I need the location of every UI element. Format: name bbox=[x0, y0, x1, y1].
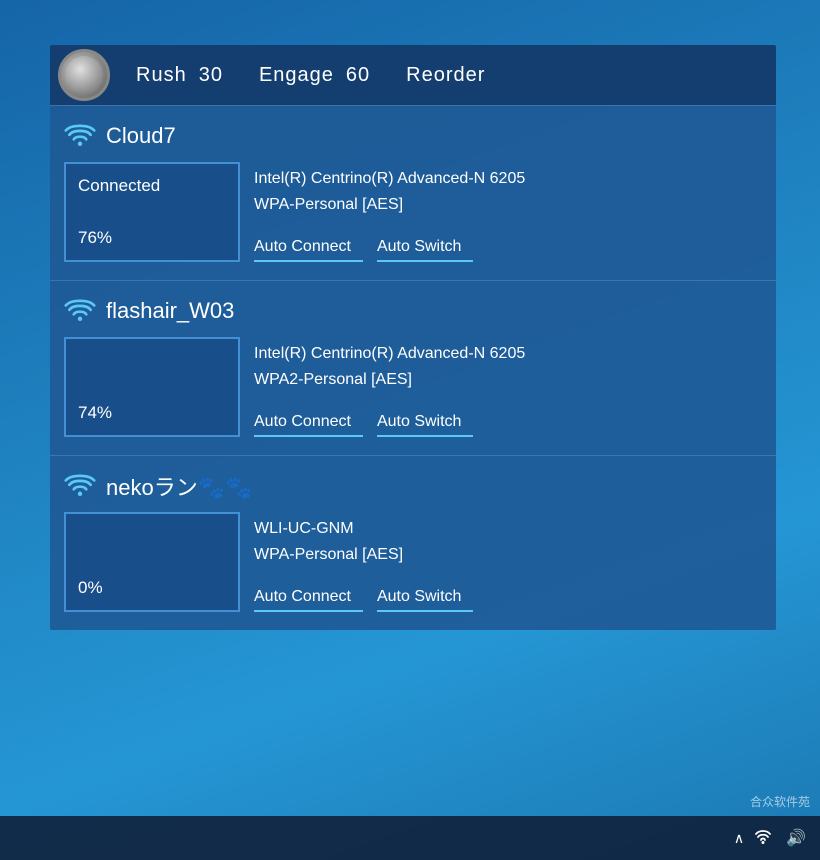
auto-switch-neko[interactable]: Auto Switch bbox=[377, 584, 473, 612]
header-bar: Rush 30 Engage 60 Reorder bbox=[50, 45, 776, 105]
auto-connect-cloud7[interactable]: Auto Connect bbox=[254, 234, 363, 262]
network-details-flashair: Intel(R) Centrino(R) Advanced-N 6205 WPA… bbox=[254, 337, 762, 392]
network-body-cloud7: Connected 76% Intel(R) Centrino(R) Advan… bbox=[50, 162, 776, 280]
network-section-neko: nekoラン🐾🐾 0% WLI-UC-GNM WPA-Personal [AES… bbox=[50, 455, 776, 630]
security-flashair: WPA2-Personal [AES] bbox=[254, 367, 762, 393]
network-actions-cloud7: Auto Connect Auto Switch bbox=[254, 234, 762, 262]
network-header-neko: nekoラン🐾🐾 bbox=[50, 456, 776, 512]
reorder-button[interactable]: Reorder bbox=[388, 56, 503, 95]
security-cloud7: WPA-Personal [AES] bbox=[254, 192, 762, 218]
engage-value: 60 bbox=[346, 64, 370, 87]
wifi-icon-flashair bbox=[64, 295, 96, 327]
security-neko: WPA-Personal [AES] bbox=[254, 542, 762, 568]
chevron-up-icon[interactable]: ∧ bbox=[734, 830, 744, 847]
network-info-cloud7: Intel(R) Centrino(R) Advanced-N 6205 WPA… bbox=[254, 162, 762, 262]
rush-button[interactable]: Rush 30 bbox=[118, 56, 241, 95]
rush-label: Rush bbox=[136, 64, 187, 87]
status-cloud7: Connected bbox=[78, 176, 226, 196]
rush-value: 30 bbox=[199, 64, 223, 87]
adapter-cloud7: Intel(R) Centrino(R) Advanced-N 6205 bbox=[254, 166, 762, 192]
network-info-flashair: Intel(R) Centrino(R) Advanced-N 6205 WPA… bbox=[254, 337, 762, 437]
network-name-cloud7: Cloud7 bbox=[106, 123, 176, 149]
network-section-cloud7: Cloud7 Connected 76% Intel(R) Centrino(R… bbox=[50, 105, 776, 280]
network-body-flashair: 74% Intel(R) Centrino(R) Advanced-N 6205… bbox=[50, 337, 776, 455]
taskbar: ∧ 🔊 bbox=[0, 816, 820, 860]
engage-button[interactable]: Engage 60 bbox=[241, 56, 388, 95]
auto-connect-neko[interactable]: Auto Connect bbox=[254, 584, 363, 612]
signal-box-cloud7: Connected 76% bbox=[64, 162, 240, 262]
wifi-icon-cloud7 bbox=[64, 120, 96, 152]
volume-icon[interactable]: 🔊 bbox=[782, 826, 810, 850]
auto-switch-flashair[interactable]: Auto Switch bbox=[377, 409, 473, 437]
app-logo bbox=[58, 49, 110, 101]
network-info-neko: WLI-UC-GNM WPA-Personal [AES] Auto Conne… bbox=[254, 512, 762, 612]
adapter-neko: WLI-UC-GNM bbox=[254, 516, 762, 542]
engage-label: Engage bbox=[259, 64, 334, 87]
network-name-neko: nekoラン🐾🐾 bbox=[106, 470, 253, 502]
network-tray-icon[interactable] bbox=[750, 825, 776, 852]
reorder-label: Reorder bbox=[406, 64, 485, 87]
signal-cloud7: 76% bbox=[78, 228, 226, 248]
network-actions-flashair: Auto Connect Auto Switch bbox=[254, 409, 762, 437]
signal-flashair: 74% bbox=[78, 403, 226, 423]
signal-box-neko: 0% bbox=[64, 512, 240, 612]
network-name-flashair: flashair_W03 bbox=[106, 298, 234, 324]
network-actions-neko: Auto Connect Auto Switch bbox=[254, 584, 762, 612]
network-header-cloud7: Cloud7 bbox=[50, 106, 776, 162]
auto-connect-flashair[interactable]: Auto Connect bbox=[254, 409, 363, 437]
auto-switch-cloud7[interactable]: Auto Switch bbox=[377, 234, 473, 262]
wifi-icon-neko bbox=[64, 470, 96, 502]
main-panel: Rush 30 Engage 60 Reorder Cloud7 bbox=[50, 45, 776, 630]
network-body-neko: 0% WLI-UC-GNM WPA-Personal [AES] Auto Co… bbox=[50, 512, 776, 630]
adapter-flashair: Intel(R) Centrino(R) Advanced-N 6205 bbox=[254, 341, 762, 367]
network-details-neko: WLI-UC-GNM WPA-Personal [AES] bbox=[254, 512, 762, 567]
signal-box-flashair: 74% bbox=[64, 337, 240, 437]
signal-neko: 0% bbox=[78, 578, 226, 598]
network-header-flashair: flashair_W03 bbox=[50, 281, 776, 337]
network-section-flashair: flashair_W03 74% Intel(R) Centrino(R) Ad… bbox=[50, 280, 776, 455]
network-details-cloud7: Intel(R) Centrino(R) Advanced-N 6205 WPA… bbox=[254, 162, 762, 217]
watermark: 合众软件苑 bbox=[750, 793, 810, 810]
